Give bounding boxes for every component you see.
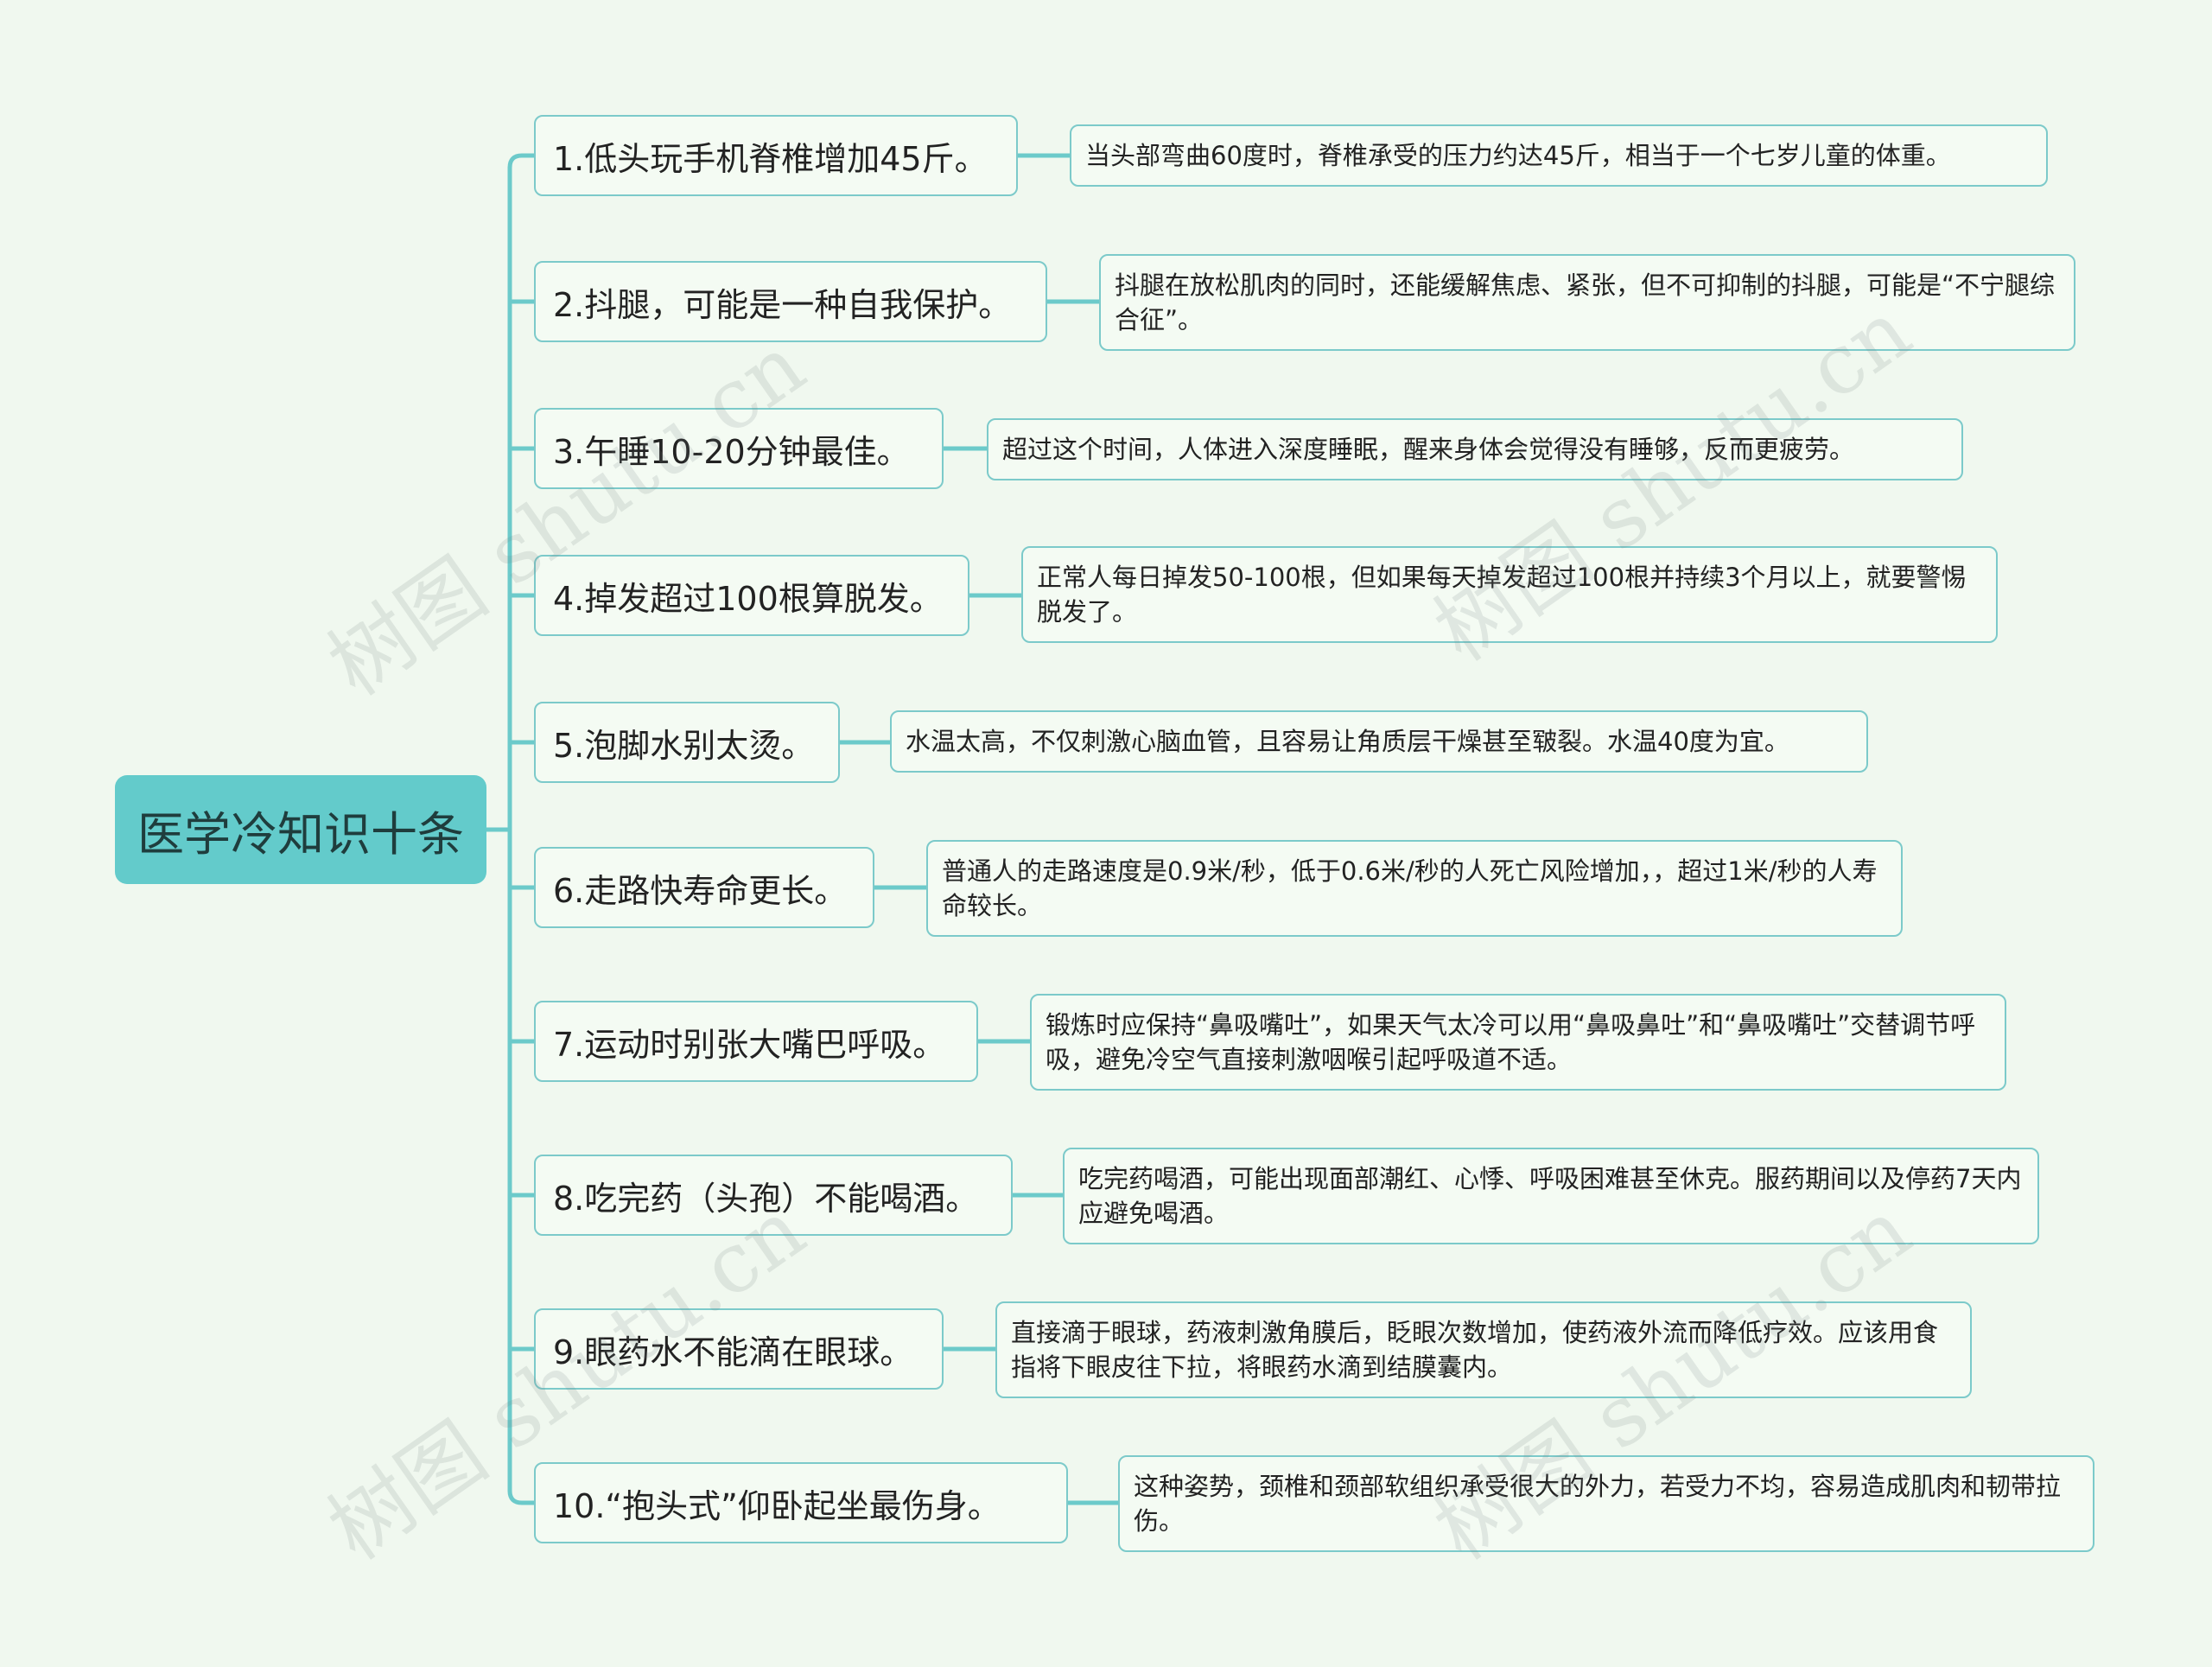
mind-map: 医学冷知识十条 1.低头玩手机脊椎增加45斤。 当头部弯曲60度时，脊椎承受的压力…	[0, 0, 2212, 1667]
topic-node-8[interactable]: 8.吃完药（头孢）不能喝酒。	[534, 1155, 1013, 1236]
topic-node-7[interactable]: 7.运动时别张大嘴巴呼吸。	[534, 1001, 978, 1082]
detail-node-2[interactable]: 抖腿在放松肌肉的同时，还能缓解焦虑、紧张，但不可抑制的抖腿，可能是“不宁腿综合征…	[1099, 254, 2075, 351]
detail-node-6[interactable]: 普通人的走路速度是0.9米/秒，低于0.6米/秒的人死亡风险增加，，超过1米/秒…	[926, 840, 1903, 937]
topic-node-10[interactable]: 10.“抱头式”仰卧起坐最伤身。	[534, 1462, 1068, 1543]
detail-node-1[interactable]: 当头部弯曲60度时，脊椎承受的压力约达45斤，相当于一个七岁儿童的体重。	[1070, 124, 2048, 187]
topic-node-3[interactable]: 3.午睡10-20分钟最佳。	[534, 408, 944, 489]
topic-node-2[interactable]: 2.抖腿，可能是一种自我保护。	[534, 261, 1047, 342]
branch-line	[507, 1488, 537, 1505]
topic-node-5[interactable]: 5.泡脚水别太烫。	[534, 702, 840, 783]
topic-node-1[interactable]: 1.低头玩手机脊椎增加45斤。	[534, 115, 1018, 196]
root-node[interactable]: 医学冷知识十条	[115, 775, 486, 884]
branch-line	[507, 153, 537, 170]
root-label: 医学冷知识十条	[137, 806, 464, 862]
detail-node-5[interactable]: 水温太高，不仅刺激心脑血管，且容易让角质层干燥甚至皲裂。水温40度为宜。	[890, 710, 1868, 773]
topic-node-9[interactable]: 9.眼药水不能滴在眼球。	[534, 1308, 944, 1390]
topic-node-4[interactable]: 4.掉发超过100根算脱发。	[534, 555, 969, 636]
detail-node-8[interactable]: 吃完药喝酒，可能出现面部潮红、心悸、呼吸困难甚至休克。服药期间以及停药7天内应避…	[1063, 1148, 2039, 1244]
detail-node-3[interactable]: 超过这个时间，人体进入深度睡眠，醒来身体会觉得没有睡够，反而更疲劳。	[987, 418, 1963, 480]
detail-node-10[interactable]: 这种姿势，颈椎和颈部软组织承受很大的外力，若受力不均，容易造成肌肉和韧带拉伤。	[1118, 1455, 2094, 1552]
topic-node-6[interactable]: 6.走路快寿命更长。	[534, 847, 874, 928]
detail-node-9[interactable]: 直接滴于眼球，药液刺激角膜后，眨眼次数增加，使药液外流而降低疗效。应该用食指将下…	[995, 1301, 1972, 1398]
detail-node-4[interactable]: 正常人每日掉发50-100根，但如果每天掉发超过100根并持续3个月以上，就要警…	[1021, 546, 1998, 643]
detail-node-7[interactable]: 锻炼时应保持“鼻吸嘴吐”，如果天气太冷可以用“鼻吸鼻吐”和“鼻吸嘴吐”交替调节呼…	[1030, 994, 2006, 1091]
